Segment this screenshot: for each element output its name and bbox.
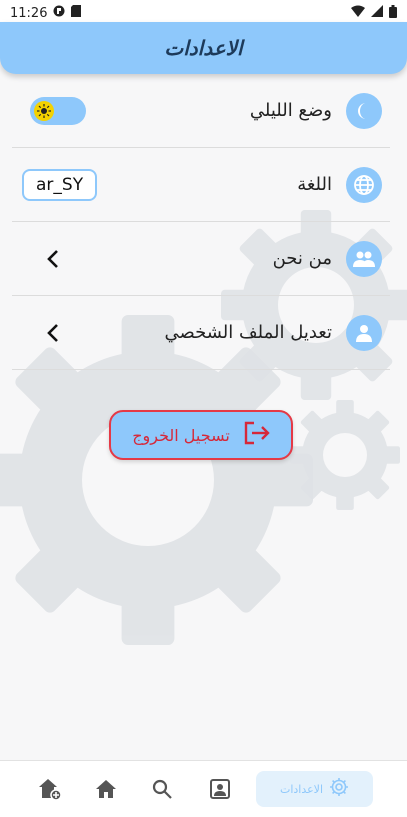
setting-row-dark-mode: وضع الليلي — [12, 74, 390, 148]
page-title: الاعدادات — [164, 36, 243, 60]
nav-settings-label: الاعدادات — [279, 782, 324, 796]
person-icon — [346, 314, 382, 351]
language-dropdown[interactable]: ar_SY — [22, 168, 98, 201]
chevron-left-icon — [47, 323, 58, 342]
app-bar: الاعدادات — [0, 22, 407, 74]
app-notification-icon — [53, 5, 65, 21]
home-add-icon[interactable] — [36, 775, 64, 803]
setting-row-language: ar_SY اللغة — [12, 148, 390, 222]
search-icon[interactable] — [148, 775, 176, 803]
gear-icon — [329, 777, 349, 801]
edit-profile-label: تعديل الملف الشخصي — [164, 322, 332, 343]
chevron-left-icon — [47, 249, 58, 268]
about-label: من نحن — [272, 248, 332, 269]
setting-row-edit-profile[interactable]: تعديل الملف الشخصي — [12, 296, 390, 370]
sun-icon — [34, 100, 54, 121]
sd-card-icon — [71, 5, 82, 21]
dark-mode-label: وضع الليلي — [249, 100, 332, 121]
dark-mode-toggle[interactable] — [30, 96, 86, 125]
moon-icon — [346, 92, 382, 129]
nav-settings-tab[interactable]: الاعدادات — [256, 771, 373, 807]
bottom-navigation: الاعدادات — [0, 760, 407, 817]
group-icon — [346, 240, 382, 277]
status-time: 11:26 — [10, 5, 48, 21]
home-icon[interactable] — [92, 775, 120, 803]
portrait-icon[interactable] — [206, 775, 234, 803]
logout-label: تسجيل الخروج — [132, 425, 230, 445]
globe-icon — [346, 166, 382, 203]
setting-row-about[interactable]: من نحن — [12, 222, 390, 296]
logout-button[interactable]: تسجيل الخروج — [109, 410, 293, 460]
signal-icon — [371, 5, 383, 21]
language-label: اللغة — [297, 174, 332, 195]
wifi-icon — [351, 5, 365, 21]
battery-icon — [389, 4, 397, 22]
logout-icon — [244, 421, 270, 449]
